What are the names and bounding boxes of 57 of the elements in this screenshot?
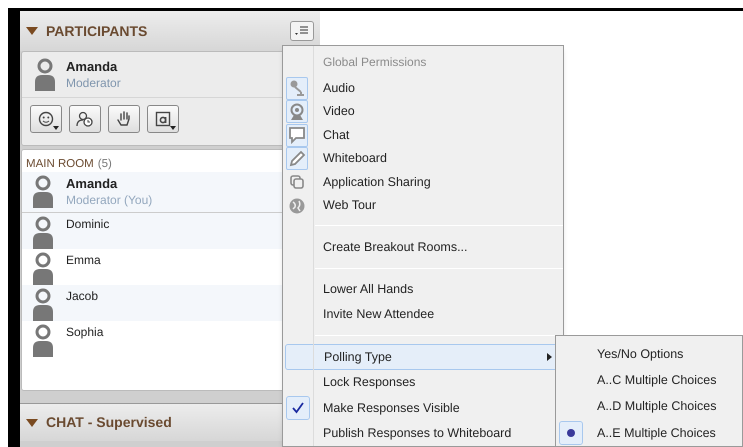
raise-hand-button[interactable] [108, 105, 140, 133]
menu-item[interactable]: A..E Multiple Choices [556, 420, 742, 446]
collapse-arrow-icon[interactable] [26, 418, 40, 426]
attendee-name: Jacob [66, 288, 98, 305]
person-icon [32, 252, 54, 286]
room-count: (5) [98, 157, 112, 172]
overlapping-windows-icon [289, 174, 305, 190]
dropdown-caret-icon [53, 126, 59, 130]
menu-item[interactable]: A..C Multiple Choices [556, 367, 742, 394]
smiley-icon [38, 111, 54, 127]
attendee-name: Amanda [66, 175, 118, 192]
letter-box-icon [155, 111, 171, 127]
text-button[interactable] [147, 105, 179, 133]
attendee-name: Dominic [66, 216, 110, 233]
attendee-name: Sophia [66, 324, 104, 341]
panel-title: CHAT - Supervised [46, 413, 172, 432]
checkmark-icon [292, 402, 304, 414]
menu-item[interactable]: Whiteboard [283, 146, 551, 170]
options-menu-button[interactable] [290, 21, 314, 41]
attendee-name: Emma [66, 252, 101, 269]
menu-item[interactable]: Web Tour [283, 194, 551, 218]
menu-item[interactable]: Lock Responses [283, 370, 551, 396]
person-clock-icon [76, 111, 94, 127]
microphone-icon [288, 79, 306, 98]
speech-bubble-icon [288, 126, 306, 144]
menu-item[interactable]: Video [283, 100, 551, 124]
menu-item[interactable]: Create Breakout Rooms... [283, 234, 563, 260]
panel-title: PARTICIPANTS [46, 22, 148, 40]
menu-item[interactable]: Chat [283, 123, 551, 147]
menu-item[interactable]: Application Sharing [283, 170, 551, 194]
webcam-icon [288, 102, 306, 121]
menu-icon [295, 26, 309, 36]
user-role: Moderator [66, 74, 121, 90]
user-name: Amanda [66, 58, 118, 74]
pencil-icon [288, 150, 306, 168]
globe-icon [288, 196, 306, 215]
person-icon [34, 58, 56, 92]
menu-item[interactable]: Publish Responses to Whiteboard [283, 420, 551, 446]
menu-item[interactable]: Audio [283, 76, 551, 100]
away-button[interactable] [69, 105, 101, 133]
submenu-arrow-icon [547, 353, 552, 362]
menu-item[interactable]: Make Responses Visible [283, 395, 551, 421]
menu-item[interactable]: Lower All Hands [283, 276, 563, 302]
dropdown-caret-icon [170, 126, 176, 130]
room-label: MAIN ROOM [26, 157, 94, 172]
emoji-button[interactable] [30, 105, 62, 133]
person-icon [32, 324, 54, 358]
person-icon [32, 288, 54, 322]
person-icon [32, 175, 54, 209]
collapse-arrow-icon[interactable] [26, 27, 40, 35]
attendee-role: Moderator (You) [66, 192, 152, 209]
menu-item[interactable]: A..D Multiple Choices [556, 394, 742, 420]
radio-dot-icon [567, 428, 575, 437]
person-icon [32, 216, 54, 250]
menu-heading: Global Permissions [322, 54, 428, 72]
menu-item[interactable]: Invite New Attendee [283, 302, 563, 328]
hand-icon [116, 111, 132, 127]
